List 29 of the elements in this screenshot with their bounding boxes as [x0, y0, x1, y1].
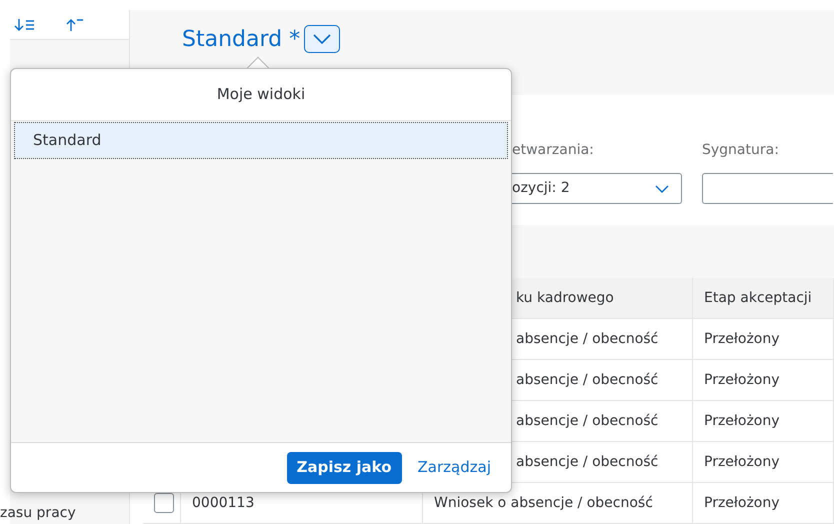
- table-cell-text: absencje / obecność: [516, 452, 658, 472]
- column-header: ku kadrowego: [516, 288, 614, 308]
- field-label: Sygnatura:: [702, 141, 780, 160]
- sort-descending-icon[interactable]: [14, 18, 36, 32]
- table-cell-text: Przełożony: [704, 494, 780, 512]
- sort-ascending-icon[interactable]: [66, 18, 84, 32]
- view-title: Standard *: [182, 26, 300, 54]
- select-field[interactable]: ozycji: 2: [512, 173, 682, 204]
- table-cell-text: absencje / obecność: [516, 370, 658, 390]
- table-cell-text: Przełożony: [704, 452, 780, 472]
- view-dropdown-button[interactable]: [304, 25, 340, 53]
- table-cell-text: absencje / obecność: [516, 412, 658, 430]
- table-cell-text: Przełożony: [704, 370, 780, 390]
- input-field[interactable]: [702, 173, 833, 204]
- save-as-button[interactable]: Zapisz jako: [286, 452, 402, 484]
- table-cell-text: Wniosek o absencje / obecność: [434, 494, 653, 512]
- table-cell-text: absencje / obecność: [516, 330, 658, 348]
- table-cell-text: Przełożony: [704, 412, 780, 430]
- table-cell-text: Przełożony: [704, 330, 780, 348]
- view-list-item[interactable]: Standard: [14, 122, 508, 159]
- popover-title: Moje widoki: [11, 69, 511, 121]
- chevron-down-icon: [312, 33, 332, 45]
- chevron-down-icon: [655, 184, 669, 192]
- manage-link[interactable]: Zarządzaj: [408, 456, 501, 479]
- sidebar-item[interactable]: zasu pracy: [0, 503, 129, 524]
- row-checkbox[interactable]: [154, 493, 174, 513]
- table-cell-text: 0000113: [192, 494, 254, 512]
- field-label: etwarzania:: [512, 141, 595, 160]
- column-header: Etap akceptacji: [704, 288, 812, 308]
